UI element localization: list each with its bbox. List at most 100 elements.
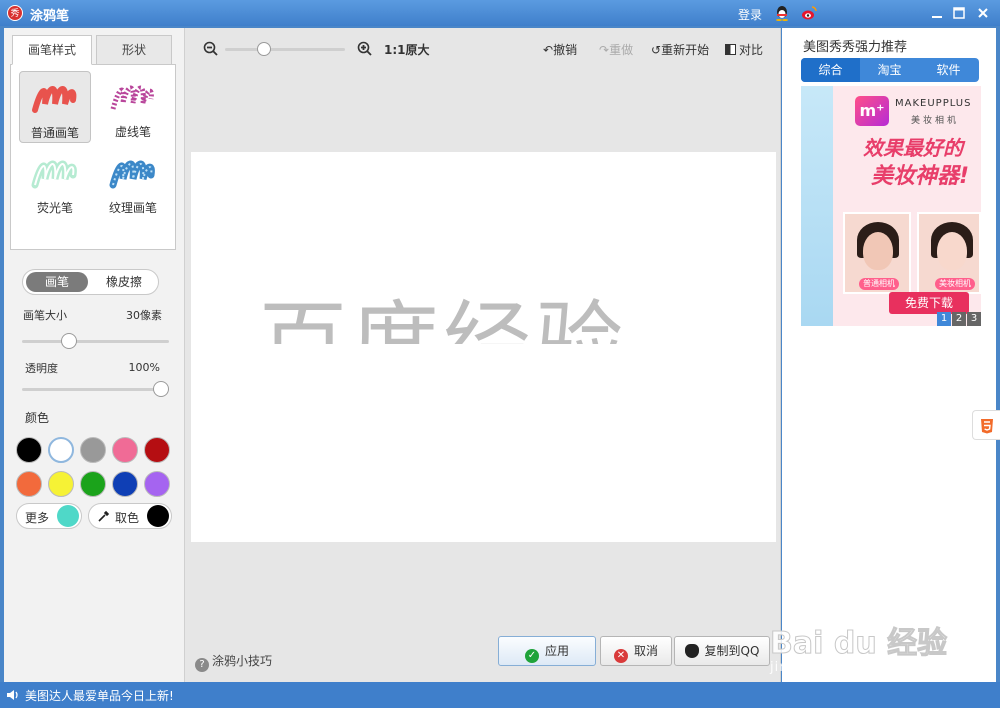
tab-general[interactable]: 综合 (801, 58, 860, 82)
brush-size-slider[interactable] (22, 340, 169, 343)
apply-button[interactable]: ✓ 应用 (498, 636, 596, 666)
normal-brush-icon (32, 86, 77, 113)
picked-color-swatch (147, 505, 169, 527)
help-icon: ? (195, 658, 209, 672)
cancel-icon: ✕ (613, 649, 628, 663)
brush-texture[interactable]: 纹理画笔 (97, 147, 169, 219)
brush-highlighter[interactable]: 荧光笔 (19, 147, 91, 219)
ad-headline-1: 效果最好的 (863, 136, 963, 160)
weibo-icon[interactable] (801, 5, 817, 21)
more-colors-button[interactable]: 更多 (16, 503, 82, 529)
doodle-tips-link[interactable]: ? 涂鸦小技巧 (195, 652, 272, 672)
makeupplus-logo: m⁺ (855, 96, 889, 126)
color-swatch[interactable] (112, 437, 138, 463)
restart-label: 重新开始 (661, 43, 710, 57)
copy-to-qq-button[interactable]: 复制到QQ (674, 636, 770, 666)
portrait-face (863, 232, 893, 270)
texture-brush-icon (109, 160, 155, 189)
ad-page-3[interactable]: 3 (967, 312, 981, 326)
color-swatch[interactable] (16, 437, 42, 463)
check-icon: ✓ (524, 649, 539, 663)
drawing-canvas[interactable]: 百度经验 (191, 152, 776, 542)
apply-label: 应用 (544, 644, 569, 658)
opacity-value: 100% (128, 361, 160, 374)
tab-shape[interactable]: 形状 (96, 35, 172, 65)
minimize-icon[interactable] (930, 6, 944, 20)
brush-label: 荧光笔 (36, 201, 73, 215)
ad-brand-sub: 美妆相机 (911, 116, 960, 126)
zoom-in-icon[interactable] (357, 41, 373, 57)
color-swatch[interactable] (80, 471, 106, 497)
qq-penguin-icon (684, 644, 699, 658)
color-swatch[interactable] (16, 471, 42, 497)
color-swatch[interactable] (80, 437, 106, 463)
ad-tag-after: 美妆相机 (935, 278, 975, 290)
ad-photo-before: 普通相机 (843, 212, 911, 294)
brush-size-value: 30像素 (126, 309, 162, 322)
brush-size-slider-thumb[interactable] (61, 333, 78, 349)
status-message[interactable]: 美图达人最爱单品今日上新! (25, 687, 174, 704)
ad-photo-after: 美妆相机 (917, 212, 981, 294)
redo-label: 重做 (609, 43, 634, 57)
copy-to-qq-label: 复制到QQ (704, 644, 760, 658)
brush-dashed[interactable]: 虚线笔 (97, 71, 169, 143)
undo-button[interactable]: ↶撤销 (543, 41, 577, 58)
redo-button[interactable]: ↷重做 (599, 41, 633, 58)
eyedropper-label: 取色 (115, 511, 140, 525)
left-panel: 画笔样式 形状 普通画笔 虚线笔 荧光笔 纹理画笔 画笔 橡皮擦 画笔大小 30… (4, 28, 184, 682)
zoom-slider-thumb[interactable] (256, 42, 271, 56)
color-swatch[interactable] (48, 471, 74, 497)
doodle-tips-label: 涂鸦小技巧 (212, 654, 273, 668)
cancel-button[interactable]: ✕ 取消 (600, 636, 672, 666)
color-swatch[interactable] (112, 471, 138, 497)
opacity-slider-thumb[interactable] (153, 381, 169, 397)
eraser-mode-button[interactable]: 橡皮擦 (93, 272, 155, 292)
ad-page-1[interactable]: 1 (937, 312, 951, 326)
dashed-brush-icon (110, 85, 154, 110)
brush-style-list: 普通画笔 虚线笔 荧光笔 纹理画笔 (10, 64, 176, 250)
window-title: 涂鸦笔 (30, 9, 70, 24)
ad-prev-slide (801, 86, 833, 326)
ad-brand: MAKEUPPLUS (895, 98, 972, 109)
tab-taobao[interactable]: 淘宝 (860, 58, 919, 82)
brush-eraser-toggle: 画笔 橡皮擦 (22, 269, 159, 295)
restart-button[interactable]: ↺重新开始 (651, 41, 709, 58)
ad-headline-2: 美妆神器! (871, 164, 970, 189)
speaker-icon (7, 690, 18, 700)
tab-software[interactable]: 软件 (919, 58, 978, 82)
compare-button[interactable]: 对比 (725, 41, 763, 58)
recommendation-title: 美图秀秀强力推荐 (803, 40, 908, 55)
qq-icon[interactable] (774, 5, 790, 21)
brush-mode-button[interactable]: 画笔 (26, 272, 88, 292)
compare-label: 对比 (739, 43, 764, 57)
zoom-out-icon[interactable] (203, 41, 219, 57)
color-swatch[interactable] (48, 437, 74, 463)
ad-download-button[interactable]: 免费下载 (889, 292, 969, 314)
login-link[interactable]: 登录 (738, 6, 762, 23)
close-icon[interactable] (976, 6, 990, 20)
brush-normal[interactable]: 普通画笔 (19, 71, 91, 143)
actual-size-button[interactable]: 1:1原大 (384, 41, 430, 58)
opacity-label: 透明度 (25, 362, 58, 375)
recommendation-panel: 美图秀秀强力推荐 综合 淘宝 软件 m⁺ MAKEUPPLUS 美妆相机 效果最… (782, 28, 996, 682)
highlighter-brush-icon (31, 160, 77, 189)
ad-banner[interactable]: m⁺ MAKEUPPLUS 美妆相机 效果最好的 美妆神器! 普通相机 美妆相机… (801, 86, 981, 326)
html5-badge-icon (981, 419, 993, 434)
portrait-face (937, 232, 967, 270)
eyedropper-button[interactable]: 取色 (88, 503, 172, 529)
opacity-slider[interactable] (22, 388, 169, 391)
color-swatch[interactable] (144, 437, 170, 463)
maximize-icon[interactable] (952, 6, 966, 20)
watermark-logo-text: Bai du 经验 (769, 626, 948, 662)
color-swatch[interactable] (144, 471, 170, 497)
canvas-erased-region (251, 344, 691, 434)
restart-icon: ↺ (651, 43, 662, 57)
zoom-slider[interactable] (225, 48, 345, 51)
eyedropper-icon (98, 510, 110, 522)
brush-label: 纹理画笔 (108, 201, 157, 215)
brush-label: 普通画笔 (30, 126, 79, 140)
side-expand-handle[interactable] (972, 410, 1000, 440)
ad-page-2[interactable]: 2 (952, 312, 966, 326)
tab-brush-style[interactable]: 画笔样式 (12, 35, 92, 65)
more-colors-swatch (57, 505, 79, 527)
